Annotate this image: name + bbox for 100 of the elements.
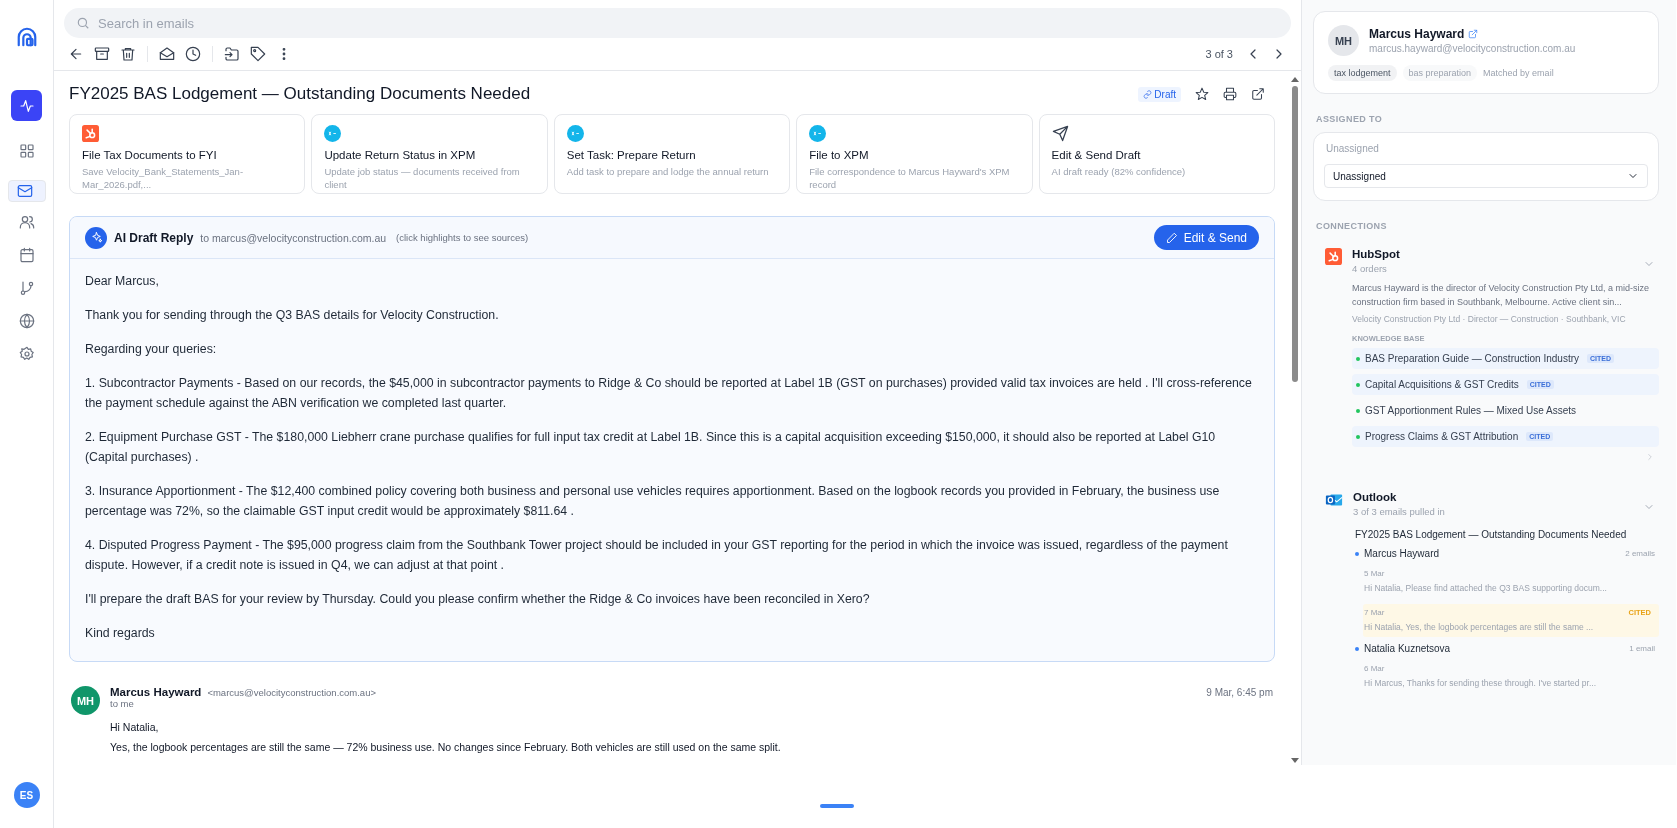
action-title: Update Return Status in XPM — [324, 149, 476, 161]
action-title: File Tax Documents to FYI — [82, 149, 217, 161]
connection-name: Outlook — [1353, 491, 1398, 503]
logo-icon — [15, 26, 38, 48]
sender-name: Natalia Kuznetsova — [1364, 643, 1451, 654]
edit-send-button[interactable]: Edit & Send — [1153, 225, 1259, 250]
pager-text: 3 of 3 — [1205, 48, 1233, 60]
contact-description: Marcus Hayward is the director of Velocity Construction Pty Ltd, a mid-size construction firm based in Southbank, Melbourne. Active client sin... — [1352, 282, 1651, 309]
draft-badge: Draft — [1138, 86, 1181, 102]
mark-read-icon — [159, 46, 175, 62]
message-paragraph: Yes, the logbook percentages are still the same — 72% business use. No changes since February. Both vehicles are still used on the same split. — [110, 741, 782, 753]
section-heading: ASSIGNED TO — [1316, 114, 1384, 124]
email-date: 5 Mar — [1364, 569, 1385, 578]
draft-hint: (click highlights to see sources) — [396, 232, 529, 243]
hubspot-logo-icon — [82, 125, 99, 142]
thread-title: FY2025 BAS Lodgement — Outstanding Documents Needed — [1355, 529, 1628, 540]
contact-email: marcus.hayward@velocityconstruction.com.au — [1369, 43, 1576, 54]
match-note: Matched by email — [1483, 68, 1554, 78]
email-date: 6 Mar — [1364, 664, 1385, 673]
xero-logo-icon — [566, 125, 584, 142]
action-card[interactable]: Set Task: Prepare Return Add task to prepare and lodge the annual return — [553, 114, 791, 194]
tag: tax lodgement — [1328, 65, 1397, 81]
mail-button[interactable] — [7, 180, 46, 202]
message-paragraph: Hi Natalia, — [110, 721, 160, 733]
archive-icon — [94, 46, 110, 62]
hubspot-logo-icon — [1325, 248, 1342, 265]
email-subject: FY2025 BAS Lodgement — Outstanding Documents Needed — [69, 84, 531, 104]
email-count: 1 email — [1629, 644, 1655, 653]
recipient-text: to me — [110, 698, 135, 709]
star-icon — [1195, 87, 1209, 101]
users-icon — [18, 213, 35, 230]
draft-paragraph: 4. Disputed Progress Payment - The $95,000 progress claim from the Southbank Tower project should be included in your GST reporting for the period in which the invoice was issued, regardless of the payment dispute. However, if a credit note is issued in Q4, we can adjust at that point . — [85, 537, 1229, 574]
mail-icon — [16, 183, 33, 199]
action-description: Save Velocity_Bank_Statements_Jan-Mar_2026.pdf,... — [82, 165, 245, 191]
clock-icon — [185, 46, 201, 62]
assignee-label: Unassigned — [1326, 143, 1380, 154]
draft-title: AI Draft Reply — [114, 230, 194, 245]
sender-name: Marcus Hayward — [1364, 548, 1440, 559]
action-description: File correspondence to Marcus Hayward's XPM record — [809, 165, 1011, 191]
action-card[interactable]: Update Return Status in XPM Update job status — documents received from client — [311, 114, 548, 194]
search-icon — [76, 16, 90, 30]
xero-logo-icon — [809, 125, 827, 142]
email-count: 2 emails — [1625, 549, 1655, 558]
tag: bas preparation — [1402, 65, 1478, 81]
email-date: 7 Mar — [1364, 608, 1385, 617]
open-external-icon — [1251, 87, 1265, 101]
action-description: Add task to prepare and lodge the annual return — [566, 165, 769, 178]
sender-name: Marcus Hayward — [110, 686, 202, 698]
link-icon — [1143, 89, 1153, 99]
email-preview: Hi Natalia, Yes, the logbook percentages are still the same ... — [1364, 622, 1595, 632]
action-description: AI draft ready (82% confidence) — [1051, 165, 1186, 178]
user-avatar[interactable]: ES — [13, 782, 40, 808]
send-icon — [1051, 125, 1069, 142]
globe-icon — [18, 312, 35, 329]
action-title: File to XPM — [809, 149, 869, 161]
action-description: Update job status — documents received from client — [324, 165, 521, 191]
pulse-button[interactable] — [11, 90, 42, 121]
branch-icon — [18, 279, 35, 296]
gear-icon — [18, 345, 35, 362]
draft-paragraph: Regarding your queries: — [85, 341, 218, 358]
chevron-right-icon — [1645, 452, 1655, 462]
draft-paragraph: 3. Insurance Apportionment - The $12,400 combined policy covering both business and personal use vehicles requires apportionment. Based on the logbook records you provided in February, the business use percentage was 72%, so the claimable GST input credit would be approximately $811.64 . — [85, 483, 1221, 520]
tag-icon — [250, 46, 266, 62]
draft-paragraph: I'll prepare the draft BAS for your review by Thursday. Could you please confirm whether the Ridge & Co invoices have been reconciled in Xero? — [85, 591, 871, 608]
action-card[interactable]: File to XPM File correspondence to Marcus Hayward's XPM record — [796, 114, 1033, 194]
draft-paragraph: Kind regards — [85, 625, 156, 642]
pulse-icon — [18, 97, 35, 114]
print-icon — [1223, 87, 1237, 101]
sparkle-icon — [89, 231, 103, 244]
connection-subtitle: 3 of 3 emails pulled in — [1353, 506, 1445, 517]
action-card[interactable]: File Tax Documents to FYI Save Velocity_Bank_Statements_Jan-Mar_2026.pdf,... — [69, 114, 306, 194]
email-preview: Hi Marcus, Thanks for sending these through. I've started pr... — [1364, 678, 1598, 688]
draft-paragraph: Dear Marcus, — [85, 273, 160, 290]
draft-paragraph: Thank you for sending through the Q3 BAS details for Velocity Construction. — [85, 307, 500, 324]
contact-meta: Velocity Construction Pty Ltd · Director — Construction · Southbank, VIC — [1352, 314, 1627, 324]
draft-paragraph: 2. Equipment Purchase GST - The $180,000 Liebherr crane purchase qualifies for full input tax credit at Label 1B. Since this is a capital acquisition exceeding $150,000, it should also be reported at Label G10 (Capital purchases) . — [85, 429, 1217, 466]
grid-icon — [18, 142, 35, 159]
section-heading: CONNECTIONS — [1316, 221, 1388, 231]
contact-name[interactable]: Marcus Hayward — [1369, 27, 1465, 41]
move-folder-icon — [224, 46, 240, 62]
connection-name: HubSpot — [1352, 248, 1400, 260]
sender-address: <marcus@velocityconstruction.com.au> — [207, 687, 376, 698]
action-card[interactable]: Edit & Send Draft AI draft ready (82% confidence) — [1038, 114, 1275, 194]
connection-subtitle: 4 orders — [1352, 263, 1388, 274]
draft-paragraph: 1. Subcontractor Payments - Based on our records, the $45,000 in subcontractor payments to Ridge & Co should be reported at Label 1B (GST on purchases) provided valid tax invoices are held . I'll cross-reference the payment schedule against the ABN verification we completed last quarter. — [85, 375, 1253, 412]
message-time: 9 Mar, 6:45 pm — [1206, 687, 1273, 698]
back-icon — [68, 46, 84, 62]
email-preview: Hi Natalia, Please find attached the Q3 BAS supporting docum... — [1364, 583, 1608, 593]
assignee-select[interactable]: Unassigned — [1324, 164, 1648, 188]
external-link-icon — [1468, 29, 1479, 39]
calendar-icon — [18, 246, 35, 263]
action-title: Edit & Send Draft — [1051, 149, 1141, 161]
sender-avatar: MH — [71, 686, 100, 715]
trash-icon — [120, 46, 136, 62]
xero-logo-icon — [324, 125, 342, 142]
kb-item[interactable]: GST Apportionment Rules — Mixed Use Assets — [1352, 400, 1659, 421]
action-title: Set Task: Prepare Return — [566, 149, 696, 161]
page-indicator — [819, 803, 854, 808]
contact-avatar: MH — [1328, 25, 1359, 56]
pen-icon — [1165, 231, 1178, 244]
